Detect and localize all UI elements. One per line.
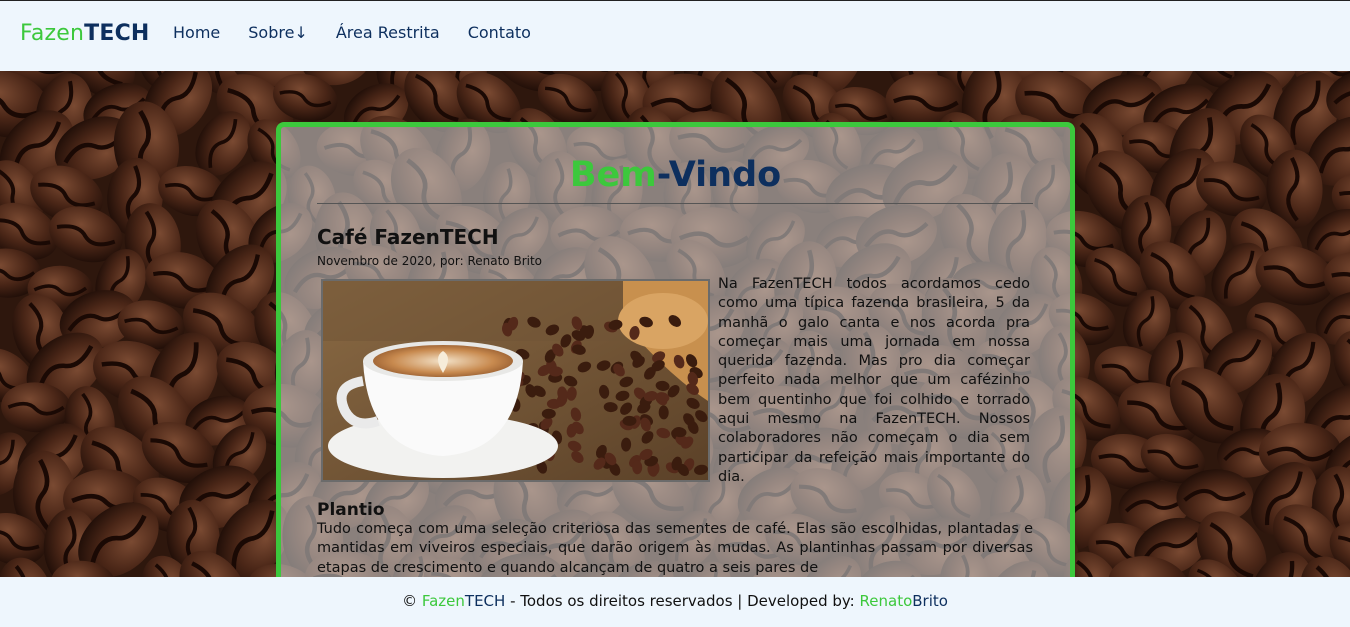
content-card: Bem-Vindo Café FazenTECH Novembro de 202…: [276, 122, 1075, 592]
welcome-part-1: Bem: [569, 155, 657, 195]
post-meta: Novembro de 2020, por: Renato Brito: [317, 254, 543, 268]
divider: [317, 203, 1033, 204]
footer-dev-1[interactable]: Renato: [860, 592, 913, 610]
coffee-cup-image: [323, 281, 708, 480]
welcome-part-2: Vindo: [668, 155, 782, 195]
nav-contato[interactable]: Contato: [468, 23, 531, 42]
nav-sobre[interactable]: Sobre↓: [248, 23, 308, 42]
welcome-heading: Bem-Vindo: [281, 155, 1070, 195]
section-text-plantio: Tudo começa com uma seleção criteriosa d…: [317, 521, 1033, 576]
brand-part-2: TECH: [84, 21, 150, 46]
brand-part-1: Fazen: [20, 21, 85, 46]
footer-dev-2[interactable]: Brito: [912, 592, 948, 610]
welcome-separator: -: [656, 155, 669, 195]
nav-home[interactable]: Home: [173, 23, 220, 42]
footer-copy: ©: [402, 592, 422, 610]
intro-paragraph: Na FazenTECH todos acordamos cedo como u…: [718, 276, 1030, 485]
coffee-cup-photo: [321, 279, 710, 482]
footer-brand-1: Fazen: [421, 592, 465, 610]
brand-logo[interactable]: FazenTECH: [20, 21, 150, 46]
site-footer: © FazenTECH - Todos os direitos reservad…: [0, 577, 1350, 627]
section-title-plantio: Plantio: [317, 500, 385, 520]
footer-middle: - Todos os direitos reservados | Develop…: [505, 592, 860, 610]
post-title: Café FazenTECH: [317, 225, 499, 249]
footer-brand-2: TECH: [464, 592, 506, 610]
main-nav: Home Sobre↓ Área Restrita Contato: [173, 23, 559, 42]
site-header: FazenTECH Home Sobre↓ Área Restrita Cont…: [0, 0, 1350, 71]
nav-area-restrita[interactable]: Área Restrita: [336, 23, 440, 42]
